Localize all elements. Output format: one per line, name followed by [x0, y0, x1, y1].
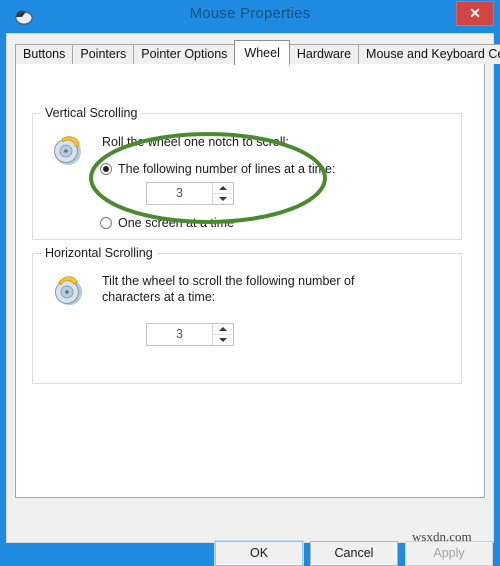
- vertical-scrolling-group: Vertical Scrolling: [32, 106, 462, 240]
- horizontal-characters-spinner[interactable]: 3: [146, 323, 234, 346]
- horizontal-characters-spin-up[interactable]: [213, 324, 233, 334]
- radio-one-screen-at-a-time[interactable]: One screen at a time: [100, 216, 234, 230]
- radio-lines-at-a-time-label: The following number of lines at a time:: [118, 162, 336, 176]
- chevron-up-icon: [219, 186, 227, 190]
- horizontal-scrolling-title: Horizontal Scrolling: [41, 246, 157, 260]
- close-button[interactable]: ✕: [456, 1, 494, 26]
- vertical-scrolling-title: Vertical Scrolling: [41, 106, 142, 120]
- mouse-wheel-vertical-icon: [54, 136, 81, 165]
- radio-lines-at-a-time[interactable]: The following number of lines at a time:: [100, 162, 335, 176]
- vertical-lines-spin-up[interactable]: [213, 183, 233, 193]
- tab-buttons[interactable]: Buttons: [15, 44, 74, 64]
- horizontal-characters-spin-buttons: [212, 324, 233, 345]
- mouse-wheel-horizontal-icon: [54, 276, 83, 306]
- mouse-properties-window: Mouse Properties ✕ Buttons Pointers Poin…: [0, 0, 500, 566]
- dialog-client-area: Buttons Pointers Pointer Options Wheel H…: [6, 33, 500, 566]
- vertical-lines-spinner[interactable]: 3: [146, 182, 234, 205]
- tab-wheel[interactable]: Wheel: [234, 40, 290, 65]
- radio-lines-at-a-time-indicator[interactable]: [100, 163, 112, 175]
- tab-pointer-options[interactable]: Pointer Options: [133, 44, 236, 64]
- horizontal-characters-spin-down[interactable]: [213, 334, 233, 345]
- horizontal-scrolling-description-line2: characters at a time:: [102, 290, 216, 304]
- title-bar: Mouse Properties ✕: [0, 0, 500, 33]
- radio-one-screen-indicator[interactable]: [100, 217, 112, 229]
- radio-one-screen-label: One screen at a time: [118, 216, 235, 230]
- vertical-lines-input[interactable]: 3: [147, 183, 212, 204]
- vertical-lines-spin-buttons: [212, 183, 233, 204]
- chevron-down-icon: [219, 197, 227, 201]
- watermark: wsxdn.com: [412, 529, 472, 544]
- chevron-up-icon: [219, 327, 227, 331]
- page-title: Mouse Properties: [189, 5, 311, 22]
- vertical-lines-spin-down[interactable]: [213, 193, 233, 204]
- horizontal-scrolling-description-line1: Tilt the wheel to scroll the following n…: [102, 274, 355, 288]
- vertical-scrolling-description: Roll the wheel one notch to scroll:: [102, 135, 289, 149]
- tab-pointers[interactable]: Pointers: [72, 44, 135, 64]
- chevron-down-icon: [219, 338, 227, 342]
- tab-mouse-and-keyboard-center[interactable]: Mouse and Keyboard Center: [358, 44, 500, 64]
- tab-strip: Buttons Pointers Pointer Options Wheel H…: [15, 40, 500, 65]
- cancel-button[interactable]: Cancel: [310, 541, 398, 566]
- ok-button[interactable]: OK: [214, 540, 304, 566]
- tab-hardware[interactable]: Hardware: [288, 44, 360, 64]
- horizontal-characters-input[interactable]: 3: [147, 324, 212, 345]
